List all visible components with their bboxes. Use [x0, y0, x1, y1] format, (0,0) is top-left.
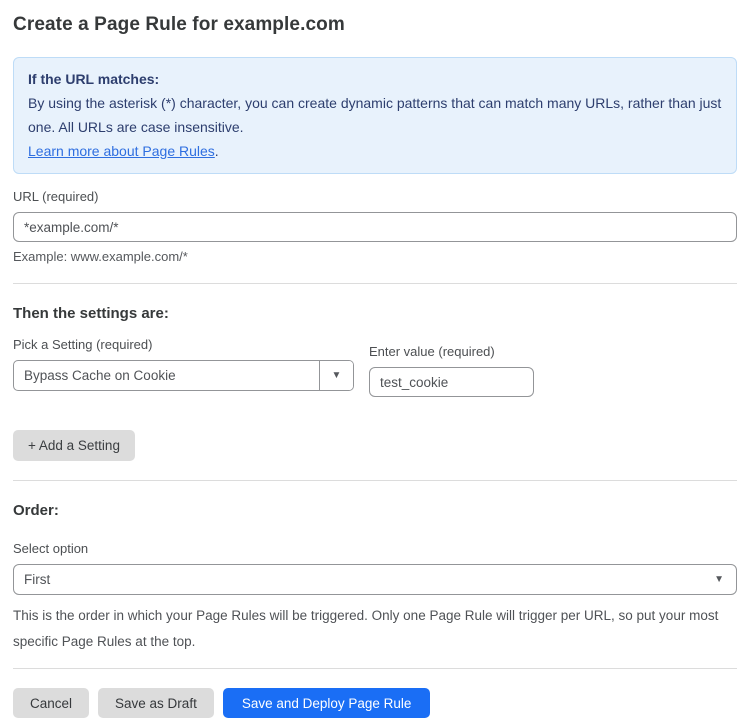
chevron-down-icon: ▼: [714, 574, 724, 585]
order-heading: Order:: [13, 502, 737, 519]
page-title: Create a Page Rule for example.com: [13, 14, 737, 36]
link-suffix: .: [215, 143, 219, 159]
learn-more-link[interactable]: Learn more about Page Rules: [28, 143, 215, 159]
chevron-down-icon: ▼: [332, 370, 342, 381]
footer-actions: Cancel Save as Draft Save and Deploy Pag…: [13, 688, 737, 718]
divider: [13, 480, 737, 481]
save-draft-button[interactable]: Save as Draft: [98, 688, 214, 718]
order-selected-value: First: [24, 572, 714, 587]
pick-setting-dropdown[interactable]: Bypass Cache on Cookie ▼: [13, 360, 354, 391]
order-select[interactable]: First ▼: [13, 564, 737, 595]
url-matches-info-box: If the URL matches: By using the asteris…: [13, 57, 737, 174]
info-box-heading: If the URL matches:: [28, 67, 722, 91]
select-option-label: Select option: [13, 541, 737, 556]
pick-setting-selected-value: Bypass Cache on Cookie: [14, 361, 319, 390]
settings-row: Pick a Setting (required) Bypass Cache o…: [13, 322, 737, 397]
url-input[interactable]: [13, 212, 737, 242]
divider: [13, 283, 737, 284]
url-label: URL (required): [13, 189, 737, 204]
info-box-body: By using the asterisk (*) character, you…: [28, 91, 722, 139]
settings-heading: Then the settings are:: [13, 305, 737, 322]
cancel-button[interactable]: Cancel: [13, 688, 89, 718]
create-page-rule-form: Create a Page Rule for example.com If th…: [0, 0, 750, 718]
save-deploy-button[interactable]: Save and Deploy Page Rule: [223, 688, 431, 718]
pick-setting-label: Pick a Setting (required): [13, 337, 354, 352]
info-box-link-line: Learn more about Page Rules.: [28, 139, 722, 163]
url-example-hint: Example: www.example.com/*: [13, 249, 737, 264]
pick-setting-dropdown-button[interactable]: ▼: [319, 361, 353, 390]
divider: [13, 668, 737, 669]
setting-value-input[interactable]: [369, 367, 534, 397]
add-setting-button[interactable]: + Add a Setting: [13, 430, 135, 461]
pick-setting-column: Pick a Setting (required) Bypass Cache o…: [13, 322, 354, 391]
order-help-text: This is the order in which your Page Rul…: [13, 603, 733, 655]
enter-value-label: Enter value (required): [369, 344, 534, 359]
enter-value-column: Enter value (required): [369, 322, 534, 397]
